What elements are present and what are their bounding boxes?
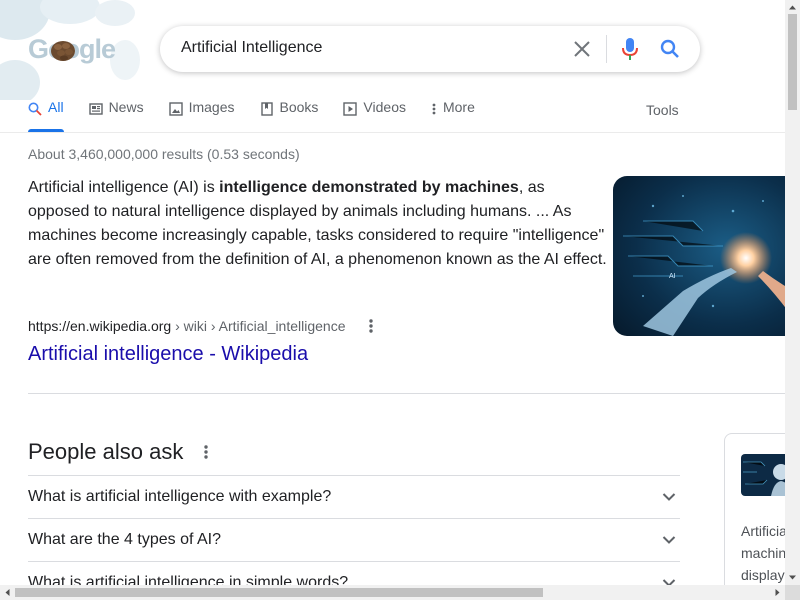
close-icon — [574, 41, 590, 57]
image-icon — [168, 102, 183, 116]
kp-line: machin — [741, 545, 787, 561]
scroll-left-arrow-icon[interactable] — [3, 588, 12, 597]
tab-label: News — [108, 99, 144, 115]
search-tabs: All News Images Books Videos More — [28, 99, 500, 132]
tab-label: Videos — [363, 99, 406, 115]
microphone-icon — [622, 38, 638, 60]
tab-all[interactable]: All — [28, 99, 64, 132]
search-input[interactable]: Artificial Intelligence — [181, 39, 322, 57]
result-stats: About 3,460,000,000 results (0.53 second… — [28, 146, 300, 162]
chevron-down-icon — [662, 536, 676, 544]
paa-question-text: What are the 4 types of AI? — [28, 531, 221, 548]
scroll-down-arrow-icon[interactable] — [788, 573, 797, 582]
book-icon — [260, 102, 273, 116]
result-url: https://en.wikipedia.org › wiki › Artifi… — [28, 318, 346, 334]
svg-text:AI: AI — [669, 273, 676, 280]
result-path: › wiki › Artificial_intelligence — [171, 318, 346, 334]
pinecone-icon — [51, 41, 75, 61]
featured-snippet-image[interactable]: AI — [613, 176, 800, 336]
snippet-text-before: Artificial intelligence (AI) is — [28, 179, 220, 196]
vertical-scrollbar[interactable] — [785, 0, 800, 585]
featured-snippet-text: Artificial intelligence (AI) is intellig… — [28, 176, 608, 272]
paa-question-text: What is artificial intelligence with exa… — [28, 488, 332, 505]
people-also-ask-list: What is artificial intelligence with exa… — [28, 475, 680, 600]
tab-label: More — [442, 99, 475, 115]
result-options-button[interactable] — [362, 317, 380, 335]
vertical-scrollbar-thumb[interactable] — [788, 14, 797, 110]
tab-images[interactable]: Images — [168, 99, 235, 132]
video-icon — [343, 102, 358, 116]
knowledge-panel: Artificia machin display — [724, 433, 794, 600]
google-doodle-logo[interactable]: Google — [0, 0, 150, 100]
scroll-up-arrow-icon[interactable] — [788, 3, 797, 12]
people-also-ask-title: People also ask — [28, 439, 184, 464]
tab-books[interactable]: Books — [260, 99, 319, 132]
search-submit-button[interactable] — [658, 37, 682, 61]
section-divider — [28, 393, 785, 394]
kp-line: display — [741, 567, 785, 583]
tab-label: Images — [188, 99, 235, 115]
search-box[interactable]: Artificial Intelligence — [160, 26, 700, 72]
tab-more[interactable]: More — [431, 99, 475, 132]
horizontal-scrollbar-thumb[interactable] — [15, 588, 543, 597]
scrollbar-corner — [785, 585, 800, 600]
paa-question[interactable]: What are the 4 types of AI? — [28, 518, 680, 561]
kp-line: Artificia — [741, 523, 787, 539]
more-vert-icon — [432, 103, 436, 115]
tab-news[interactable]: News — [88, 99, 144, 132]
voice-search-button[interactable] — [618, 37, 642, 61]
result-title-link[interactable]: Artificial intelligence - Wikipedia — [28, 343, 308, 366]
tools-button[interactable]: Tools — [646, 102, 679, 118]
search-box-divider — [606, 35, 607, 63]
scroll-right-arrow-icon[interactable] — [773, 588, 782, 597]
more-vert-icon — [204, 445, 208, 459]
tab-label: All — [48, 99, 64, 115]
search-icon — [660, 39, 679, 58]
snippet-text-bold: intelligence demonstrated by machines — [219, 179, 519, 196]
clear-search-button[interactable] — [570, 37, 594, 61]
search-icon — [28, 102, 42, 116]
tab-videos[interactable]: Videos — [343, 99, 406, 132]
more-vert-icon — [369, 319, 373, 333]
result-domain: https://en.wikipedia.org — [28, 318, 172, 334]
chevron-down-icon — [662, 493, 676, 501]
horizontal-scrollbar[interactable] — [0, 585, 785, 600]
knowledge-panel-description: Artificia machin display — [741, 520, 787, 586]
people-also-ask-options-button[interactable] — [197, 443, 215, 461]
tab-label: Books — [279, 99, 319, 115]
paa-question[interactable]: What is artificial intelligence with exa… — [28, 475, 680, 518]
news-icon — [88, 103, 103, 115]
tabs-divider — [0, 132, 785, 133]
ai-hand-illustration: AI — [613, 176, 800, 336]
